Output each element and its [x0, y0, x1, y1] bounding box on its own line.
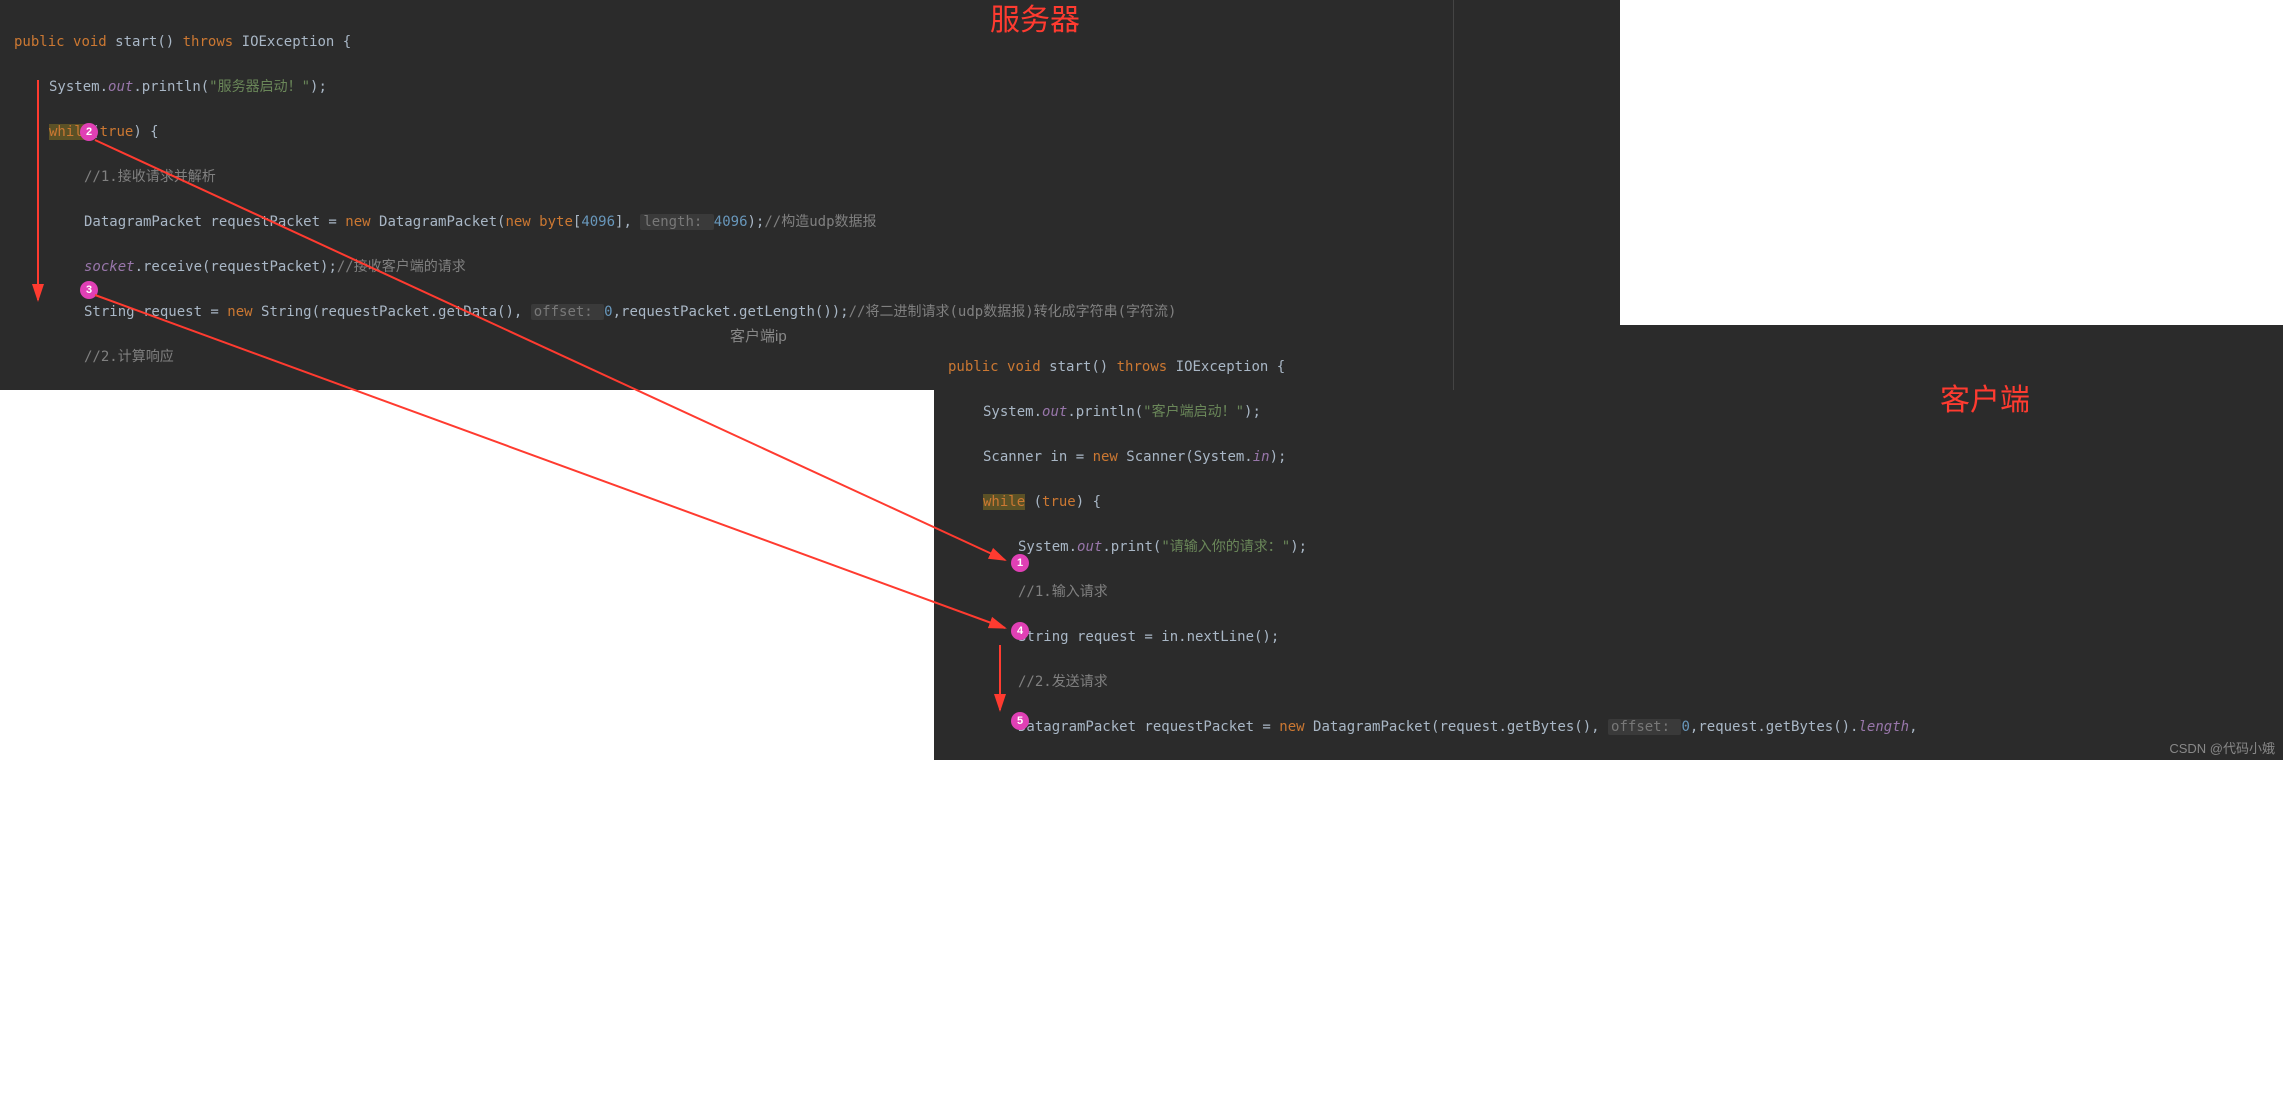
number: 4096 — [714, 214, 748, 230]
code-line: DatagramPacket requestPacket = new Datag… — [948, 716, 2269, 739]
code-text: ,requestPacket.getLength()); — [613, 304, 849, 320]
code-line: public void start() throws IOException { — [14, 31, 1606, 54]
code-text: String(requestPacket.getData(), — [261, 304, 531, 320]
code-text: , — [1909, 719, 1917, 735]
code-text: ) { — [133, 124, 158, 140]
code-line: //1.输入请求 — [948, 581, 2269, 604]
code-line: String request = in.nextLine(); — [948, 626, 2269, 649]
number: 4096 — [581, 214, 615, 230]
comment: //构造udp数据报 — [764, 214, 876, 230]
code-text: ( — [1025, 494, 1042, 510]
method-name: start — [1049, 359, 1091, 375]
number: 0 — [604, 304, 612, 320]
code-text: System. — [1018, 539, 1077, 555]
code-text: DatagramPacket requestPacket = — [1018, 719, 1279, 735]
code-text: System. — [983, 404, 1042, 420]
server-label: 服务器 — [990, 10, 1080, 33]
code-text: ); — [748, 214, 765, 230]
keyword: void — [73, 34, 115, 50]
field: socket — [84, 259, 135, 275]
comment: //1.接收请求并解析 — [84, 169, 216, 185]
step-marker-5: 5 — [1011, 712, 1029, 730]
client-code-panel: public void start() throws IOException {… — [934, 325, 2283, 760]
code-text: IOException { — [242, 34, 352, 50]
code-text: ); — [310, 79, 327, 95]
keyword: public — [14, 34, 73, 50]
code-text: ) { — [1076, 494, 1101, 510]
keyword: new — [345, 214, 379, 230]
code-text: DatagramPacket(request.getBytes(), — [1313, 719, 1608, 735]
keyword: byte — [539, 214, 573, 230]
param-hint: offset: — [531, 304, 604, 320]
code-line: socket.receive(requestPacket);//接收客户端的请求 — [14, 256, 1606, 279]
step-marker-2: 2 — [80, 123, 98, 141]
keyword: throws — [1117, 359, 1176, 375]
watermark: CSDN @代码小娥 — [2169, 738, 2275, 761]
keyword: true — [100, 124, 134, 140]
code-line: public void start() throws IOException { — [948, 356, 2269, 379]
code-line: System.out.print("请输入你的请求："); — [948, 536, 2269, 559]
method-name: start — [115, 34, 157, 50]
field: length — [1858, 719, 1909, 735]
keyword: void — [1007, 359, 1049, 375]
step-marker-4: 4 — [1011, 622, 1029, 640]
code-text: Scanner(System. — [1126, 449, 1252, 465]
keyword: throws — [183, 34, 242, 50]
code-text: Scanner in = — [983, 449, 1093, 465]
code-text: String request = — [84, 304, 227, 320]
code-line: Scanner in = new Scanner(System.in); — [948, 446, 2269, 469]
field: in — [1253, 449, 1270, 465]
step-marker-1: 1 — [1011, 554, 1029, 572]
keyword: public — [948, 359, 1007, 375]
string: "请输入你的请求：" — [1161, 539, 1290, 555]
keyword: new — [1279, 719, 1313, 735]
code-text: () — [1091, 359, 1116, 375]
code-text: .println( — [133, 79, 209, 95]
param-hint: offset: — [1608, 719, 1681, 735]
code-text: ); — [1244, 404, 1261, 420]
divider — [1453, 0, 1454, 390]
field: out — [1042, 404, 1067, 420]
code-text: .receive(requestPacket); — [135, 259, 337, 275]
code-line: System.out.println("客户端启动！"); — [948, 401, 2269, 424]
field: out — [1077, 539, 1102, 555]
keyword: true — [1042, 494, 1076, 510]
client-label: 客户端 — [1940, 390, 2030, 413]
keyword: new — [505, 214, 539, 230]
comment: //将二进制请求(udp数据报)转化成字符串(字符流) — [849, 304, 1177, 320]
code-text: ); — [1270, 449, 1287, 465]
code-line: //1.接收请求并解析 — [14, 166, 1606, 189]
keyword: while — [983, 494, 1025, 510]
code-text: ,request.getBytes(). — [1690, 719, 1859, 735]
code-text: ); — [1290, 539, 1307, 555]
step-marker-3: 3 — [80, 281, 98, 299]
code-text: IOException { — [1176, 359, 1286, 375]
number: 0 — [1681, 719, 1689, 735]
code-text: DatagramPacket( — [379, 214, 505, 230]
code-line: String request = new String(requestPacke… — [14, 301, 1606, 324]
code-text: .print( — [1102, 539, 1161, 555]
string: "服务器启动！" — [209, 79, 310, 95]
code-text: .println( — [1067, 404, 1143, 420]
comment: //1.输入请求 — [1018, 584, 1108, 600]
code-line: while(true) { — [14, 121, 1606, 144]
code-text: () — [157, 34, 182, 50]
client-ip-label: 客户端ip — [730, 326, 787, 349]
code-line: System.out.println("服务器启动！"); — [14, 76, 1606, 99]
keyword: new — [227, 304, 261, 320]
code-text: ], — [615, 214, 640, 230]
code-text: String request = in.nextLine(); — [1018, 629, 1279, 645]
code-text: System. — [49, 79, 108, 95]
keyword: new — [1093, 449, 1127, 465]
field: out — [108, 79, 133, 95]
code-line: while (true) { — [948, 491, 2269, 514]
code-line: DatagramPacket requestPacket = new Datag… — [14, 211, 1606, 234]
comment: //2.发送请求 — [1018, 674, 1108, 690]
code-line: //2.发送请求 — [948, 671, 2269, 694]
code-text: DatagramPacket requestPacket = — [84, 214, 345, 230]
param-hint: length: — [640, 214, 713, 230]
string: "客户端启动！" — [1143, 404, 1244, 420]
comment: //接收客户端的请求 — [337, 259, 466, 275]
comment: //2.计算响应 — [84, 349, 174, 365]
